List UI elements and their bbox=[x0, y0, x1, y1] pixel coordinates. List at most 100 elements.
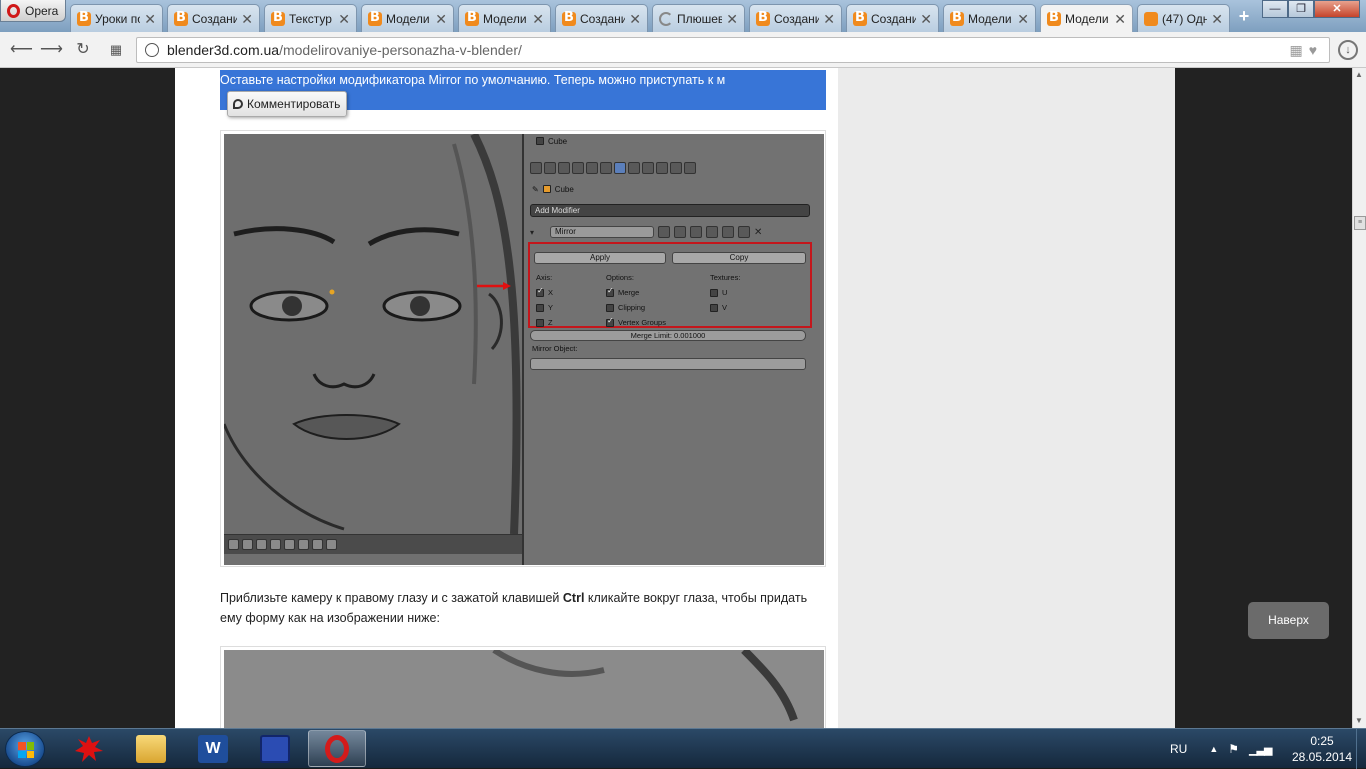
download-icon[interactable]: ↓ bbox=[1338, 40, 1358, 60]
taskbar-app-opera[interactable] bbox=[308, 730, 366, 767]
tab-close-icon[interactable]: ✕ bbox=[435, 12, 447, 26]
tab-close-icon[interactable]: ✕ bbox=[1017, 12, 1029, 26]
browser-tab[interactable]: Модели ✕ bbox=[361, 4, 454, 32]
tab-close-icon[interactable]: ✕ bbox=[532, 12, 544, 26]
render-tab-icon[interactable] bbox=[530, 162, 542, 174]
cage-toggle-icon[interactable] bbox=[706, 226, 719, 238]
system-clock[interactable]: 0:25 28.05.2014 bbox=[1290, 733, 1354, 765]
particles-tab-icon[interactable] bbox=[670, 162, 682, 174]
render-icon[interactable] bbox=[326, 539, 337, 550]
browser-tab[interactable]: Создание ✕ bbox=[749, 4, 842, 32]
browser-tab[interactable]: Текстур ✕ bbox=[264, 4, 357, 32]
mirror-object-field[interactable] bbox=[530, 358, 806, 370]
tab-close-icon[interactable]: ✕ bbox=[920, 12, 932, 26]
browser-tab[interactable]: Создание ✕ bbox=[555, 4, 648, 32]
grid-view-icon[interactable]: ▦ bbox=[1289, 42, 1302, 59]
show-desktop-button[interactable] bbox=[1356, 729, 1366, 769]
tab-close-icon[interactable]: ✕ bbox=[629, 12, 641, 26]
unchecked-checkbox-icon[interactable] bbox=[606, 303, 614, 312]
tab-close-icon[interactable]: ✕ bbox=[823, 12, 835, 26]
collapse-arrow-icon[interactable]: ▾ bbox=[530, 228, 534, 237]
taskbar-app-paint[interactable] bbox=[60, 730, 118, 767]
layer-icon[interactable] bbox=[312, 539, 323, 550]
texture-tab-icon[interactable] bbox=[656, 162, 668, 174]
forward-button[interactable]: ⟶ bbox=[40, 40, 63, 60]
axis-checkbox-row[interactable]: X bbox=[536, 285, 553, 300]
axis-checkbox-row[interactable]: Z bbox=[536, 315, 553, 330]
modifier-name-field[interactable]: Mirror bbox=[550, 226, 655, 238]
taskbar-app-explorer[interactable] bbox=[122, 730, 180, 767]
comment-button[interactable]: Комментировать bbox=[227, 91, 348, 117]
options-checkbox-row[interactable]: Merge bbox=[606, 285, 666, 300]
url-field[interactable]: blender3d.com.ua/modelirovaniye-personaz… bbox=[136, 37, 1330, 63]
move-down-icon[interactable] bbox=[738, 226, 751, 238]
browser-tab[interactable]: (47) Одн ✕ bbox=[1137, 4, 1230, 32]
textures-checkbox-row[interactable]: U bbox=[710, 285, 740, 300]
scene-tab-icon[interactable] bbox=[558, 162, 570, 174]
object-tab-icon[interactable] bbox=[586, 162, 598, 174]
action-center-flag-icon[interactable]: ⚑ bbox=[1228, 742, 1239, 756]
tab-close-icon[interactable]: ✕ bbox=[144, 12, 156, 26]
new-tab-button[interactable]: + bbox=[1233, 6, 1255, 26]
taskbar-app-word[interactable]: W bbox=[184, 730, 242, 767]
pin-icon[interactable]: ✎ bbox=[532, 185, 539, 194]
browser-tab[interactable]: Модели ✕ bbox=[1040, 4, 1133, 32]
unchecked-checkbox-icon[interactable] bbox=[710, 288, 718, 297]
material-icon[interactable] bbox=[270, 539, 281, 550]
textures-checkbox-row[interactable]: V bbox=[710, 300, 740, 315]
physics-tab-icon[interactable] bbox=[684, 162, 696, 174]
site-info-icon[interactable] bbox=[145, 43, 159, 57]
constraints-tab-icon[interactable] bbox=[600, 162, 612, 174]
tab-close-icon[interactable]: ✕ bbox=[1114, 12, 1126, 26]
render-toggle-icon[interactable] bbox=[658, 226, 671, 238]
viewport-mode-icon[interactable] bbox=[228, 539, 239, 550]
tab-close-icon[interactable]: ✕ bbox=[241, 12, 253, 26]
heart-bookmark-icon[interactable]: ♥ bbox=[1309, 42, 1317, 59]
minimize-button[interactable]: — bbox=[1262, 0, 1288, 18]
taskbar-app-save[interactable] bbox=[246, 730, 304, 767]
scroll-down-arrow-icon[interactable]: ▼ bbox=[1355, 716, 1363, 725]
modifiers-tab-icon[interactable] bbox=[614, 162, 626, 174]
start-button[interactable] bbox=[5, 731, 45, 767]
speed-dial-grid-icon[interactable]: ▦ bbox=[106, 40, 126, 60]
scroll-to-top-button[interactable]: Наверх bbox=[1248, 602, 1329, 639]
opera-menu-button[interactable]: Opera bbox=[0, 0, 66, 22]
browser-tab[interactable]: Модели ✕ bbox=[943, 4, 1036, 32]
browser-tab[interactable]: Модели ✕ bbox=[458, 4, 551, 32]
shading-icon[interactable] bbox=[242, 539, 253, 550]
remove-modifier-icon[interactable]: ✕ bbox=[754, 227, 762, 238]
options-checkbox-row[interactable]: Vertex Groups bbox=[606, 315, 666, 330]
checked-checkbox-icon[interactable] bbox=[606, 316, 614, 327]
move-up-icon[interactable] bbox=[722, 226, 735, 238]
browser-tab[interactable]: Уроки по✕ bbox=[70, 4, 163, 32]
reload-button[interactable]: ↻ bbox=[73, 40, 93, 60]
world-tab-icon[interactable] bbox=[572, 162, 584, 174]
network-signal-icon[interactable]: ▁▃▅ bbox=[1249, 743, 1272, 756]
maximize-button[interactable]: ❐ bbox=[1288, 0, 1314, 18]
scroll-up-arrow-icon[interactable]: ▲ bbox=[1355, 70, 1363, 79]
tab-close-icon[interactable]: ✕ bbox=[338, 12, 350, 26]
checked-checkbox-icon[interactable] bbox=[536, 286, 544, 297]
unchecked-checkbox-icon[interactable] bbox=[536, 318, 544, 327]
unchecked-checkbox-icon[interactable] bbox=[536, 303, 544, 312]
window-close-button[interactable]: ✕ bbox=[1314, 0, 1360, 18]
snap-icon[interactable] bbox=[298, 539, 309, 550]
tab-close-icon[interactable]: ✕ bbox=[726, 12, 738, 26]
browser-tab[interactable]: Создание ✕ bbox=[846, 4, 939, 32]
layers-tab-icon[interactable] bbox=[544, 162, 556, 174]
editmode-toggle-icon[interactable] bbox=[690, 226, 703, 238]
apply-button[interactable]: Apply bbox=[534, 252, 666, 264]
add-modifier-dropdown[interactable]: Add Modifier bbox=[530, 204, 810, 217]
unchecked-checkbox-icon[interactable] bbox=[710, 303, 718, 312]
tray-expand-icon[interactable]: ▲ bbox=[1209, 744, 1218, 754]
language-indicator[interactable]: RU bbox=[1170, 742, 1187, 756]
pivot-icon[interactable] bbox=[284, 539, 295, 550]
merge-limit-slider[interactable]: Merge Limit: 0.001000 bbox=[530, 330, 806, 341]
axis-checkbox-row[interactable]: Y bbox=[536, 300, 553, 315]
material-tab-icon[interactable] bbox=[642, 162, 654, 174]
options-checkbox-row[interactable]: Clipping bbox=[606, 300, 666, 315]
data-tab-icon[interactable] bbox=[628, 162, 640, 174]
scrollbar-thumb[interactable]: ≡ bbox=[1354, 216, 1366, 230]
tab-close-icon[interactable]: ✕ bbox=[1211, 12, 1223, 26]
copy-button[interactable]: Copy bbox=[672, 252, 806, 264]
